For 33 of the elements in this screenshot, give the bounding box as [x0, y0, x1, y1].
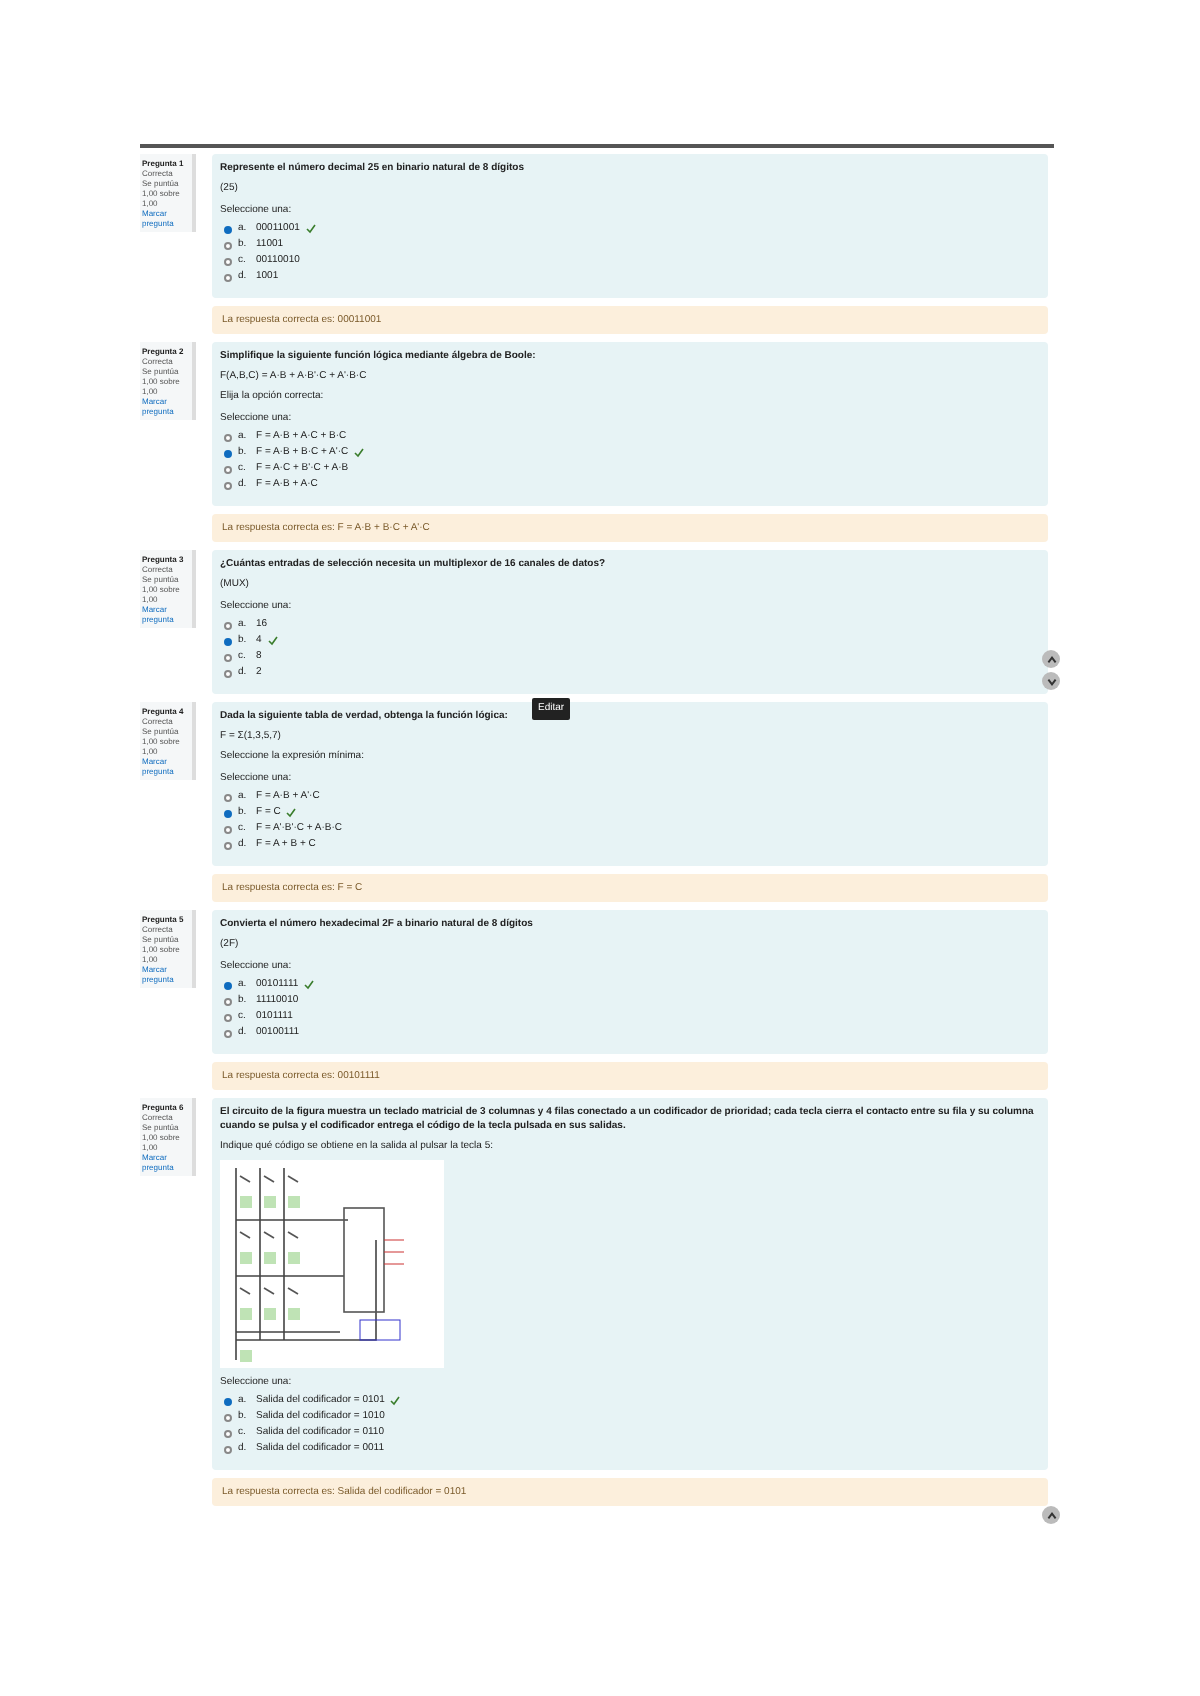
radio-button[interactable] — [224, 449, 232, 457]
radio-button[interactable] — [224, 257, 232, 265]
radio-button[interactable] — [224, 621, 232, 629]
radio-button[interactable] — [224, 841, 232, 849]
radio-button[interactable] — [224, 793, 232, 801]
radio-button[interactable] — [224, 241, 232, 249]
check-icon — [286, 808, 297, 818]
radio-button[interactable] — [224, 1013, 232, 1021]
radio-button[interactable] — [224, 225, 232, 233]
scroll-up-icon[interactable] — [1042, 1506, 1060, 1524]
radio-button[interactable] — [224, 997, 232, 1005]
radio-button[interactable] — [224, 433, 232, 441]
radio-button[interactable] — [224, 1429, 232, 1437]
radio-button[interactable] — [224, 1413, 232, 1421]
radio-button[interactable] — [224, 1029, 232, 1037]
check-icon — [390, 1396, 401, 1406]
radio-button[interactable] — [224, 825, 232, 833]
radio-button[interactable] — [224, 481, 232, 489]
radio-button[interactable] — [224, 669, 232, 677]
check-icon — [267, 636, 278, 646]
radio-button[interactable] — [224, 809, 232, 817]
radio-button[interactable] — [224, 273, 232, 281]
radio-button[interactable] — [224, 1397, 232, 1405]
check-icon — [304, 980, 315, 990]
scroll-up-icon[interactable] — [1042, 650, 1060, 668]
radio-button[interactable] — [224, 981, 232, 989]
radio-button[interactable] — [224, 465, 232, 473]
radio-button[interactable] — [224, 1445, 232, 1453]
check-icon — [305, 224, 316, 234]
radio-button[interactable] — [224, 653, 232, 661]
scroll-down-icon[interactable] — [1042, 672, 1060, 690]
check-icon — [354, 448, 365, 458]
radio-button[interactable] — [224, 637, 232, 645]
